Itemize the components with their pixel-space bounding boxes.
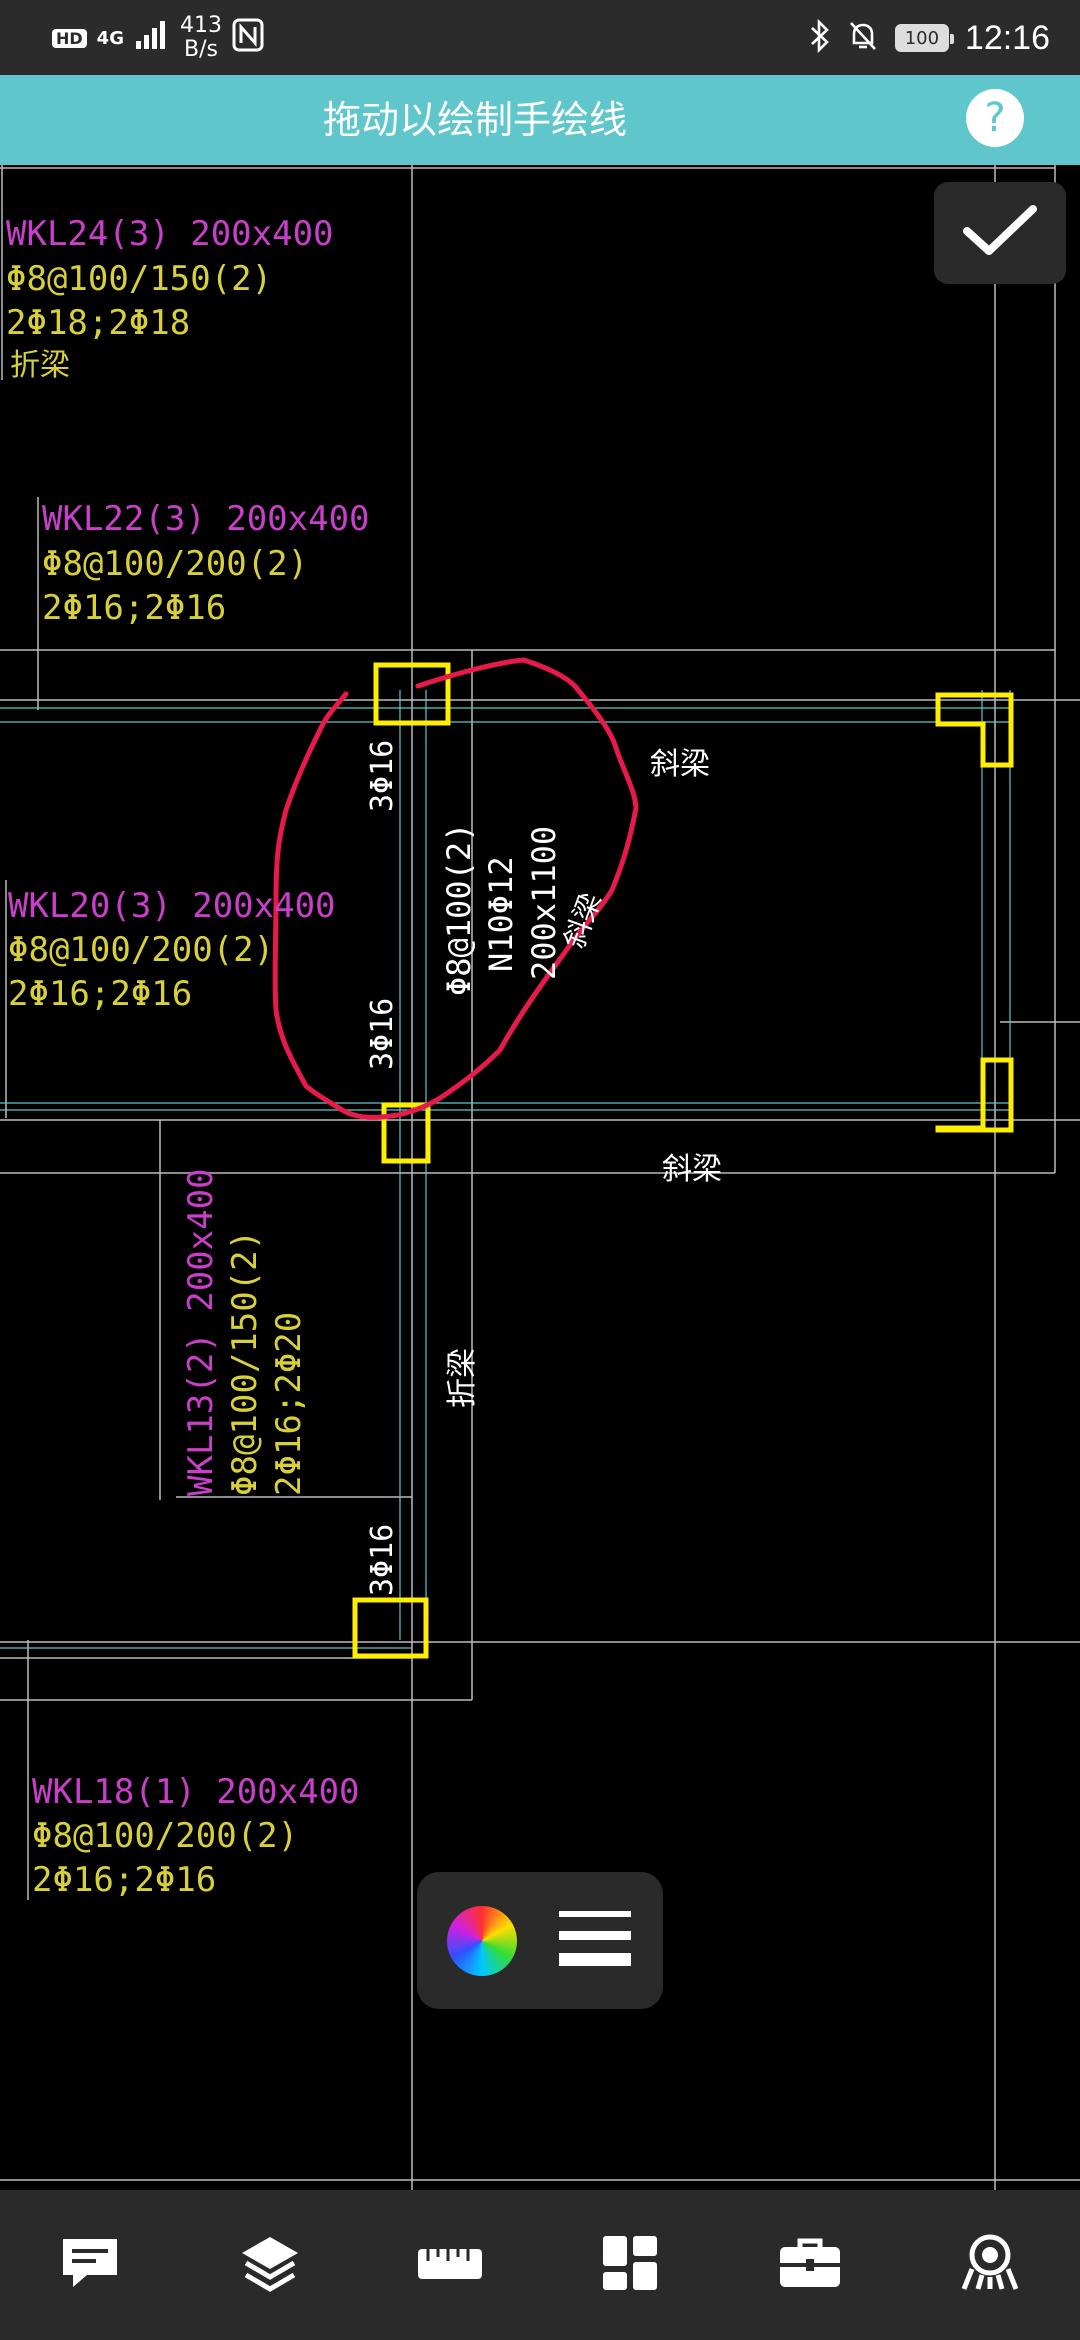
label-wkl20-3: 2Φ16;2Φ16 [8, 974, 192, 1014]
label-col-1: 3Φ16 [365, 740, 400, 812]
label-xl-1: 斜梁 [650, 747, 710, 782]
mute-bell-icon [847, 19, 879, 57]
status-bar: HD 4G 413 B/s 100 12:16 [0, 0, 1080, 75]
line-weight-icon[interactable] [557, 1907, 633, 1975]
label-wkl24-3: 2Φ18;2Φ18 [6, 303, 190, 343]
label-wkl22-1: WKL22(3) 200x400 [42, 499, 370, 539]
label-wkl20-1: WKL20(3) 200x400 [8, 886, 336, 926]
toolbox-button[interactable] [755, 2210, 865, 2320]
settings-button[interactable] [935, 2210, 1045, 2320]
layers-icon [238, 2233, 302, 2297]
beam-cyan-lines [0, 690, 1011, 1649]
page-title: 拖动以绘制手绘线 [322, 98, 627, 142]
label-wkl20-2: Φ8@100/200(2) [8, 930, 274, 970]
comment-icon [59, 2235, 121, 2295]
label-wkl24-1: WKL24(3) 200x400 [6, 214, 334, 254]
color-wheel-icon[interactable] [447, 1905, 517, 1976]
toolbox-icon [778, 2235, 842, 2295]
label-wkl22-3: 2Φ16;2Φ16 [42, 588, 226, 628]
label-wkl13-2: Φ8@100/150(2) [225, 1230, 265, 1496]
signal-icon [134, 19, 170, 57]
ruler-icon [416, 2243, 484, 2287]
hd-badge: HD [52, 28, 87, 48]
battery-icon: 100 [894, 24, 954, 52]
drawing-tools-panel [417, 1872, 663, 2009]
label-zl-1: 折梁 [445, 1348, 480, 1408]
drawing-labels: WKL24(3) 200x400 Φ8@100/150(2) 2Φ18;2Φ18… [6, 214, 722, 1900]
grid-button[interactable] [575, 2210, 685, 2320]
bluetooth-icon [809, 18, 831, 57]
label-wkl24-4: 折梁 [10, 348, 70, 383]
network-type: 4G [96, 27, 124, 49]
layers-button[interactable] [215, 2210, 325, 2320]
net-speed-unit: B/s [184, 37, 218, 62]
label-xl-3: 斜梁 [558, 888, 608, 952]
help-button[interactable]: ? [966, 89, 1024, 147]
label-col-2: 3Φ16 [365, 998, 400, 1070]
comment-button[interactable] [35, 2210, 145, 2320]
status-right: 100 12:16 [809, 10, 1050, 66]
label-vb-2: N10Φ12 [482, 856, 520, 972]
label-wkl18-3: 2Φ16;2Φ16 [32, 1860, 216, 1900]
net-speed-value: 413 [179, 13, 222, 38]
ruler-button[interactable] [395, 2210, 505, 2320]
net-speed: 413 B/s [180, 14, 222, 62]
title-bar: 拖动以绘制手绘线 ? [0, 75, 1080, 165]
check-icon [961, 203, 1039, 263]
label-vb-3: 200x1100 [525, 826, 563, 980]
label-wkl13-1: WKL13(2) 200x400 [181, 1168, 221, 1496]
label-vb-1: Φ8@100(2) [440, 823, 478, 996]
label-wkl18-2: Φ8@100/200(2) [32, 1816, 298, 1856]
label-wkl13-3: 2Φ16;2Φ20 [269, 1312, 309, 1496]
label-xl-2: 斜梁 [662, 1152, 722, 1187]
label-wkl22-2: Φ8@100/200(2) [42, 544, 308, 584]
grid-icon [601, 2234, 659, 2296]
bottom-toolbar [0, 2190, 1080, 2340]
label-col-3: 3Φ16 [365, 1524, 400, 1596]
confirm-button[interactable] [934, 182, 1066, 284]
settings-icon [958, 2233, 1022, 2297]
clock: 12:16 [964, 18, 1050, 57]
status-left: HD 4G 413 B/s [52, 14, 264, 62]
label-wkl18-1: WKL18(1) 200x400 [32, 1772, 360, 1812]
nfc-icon [232, 18, 264, 58]
label-wkl24-2: Φ8@100/150(2) [6, 259, 272, 299]
